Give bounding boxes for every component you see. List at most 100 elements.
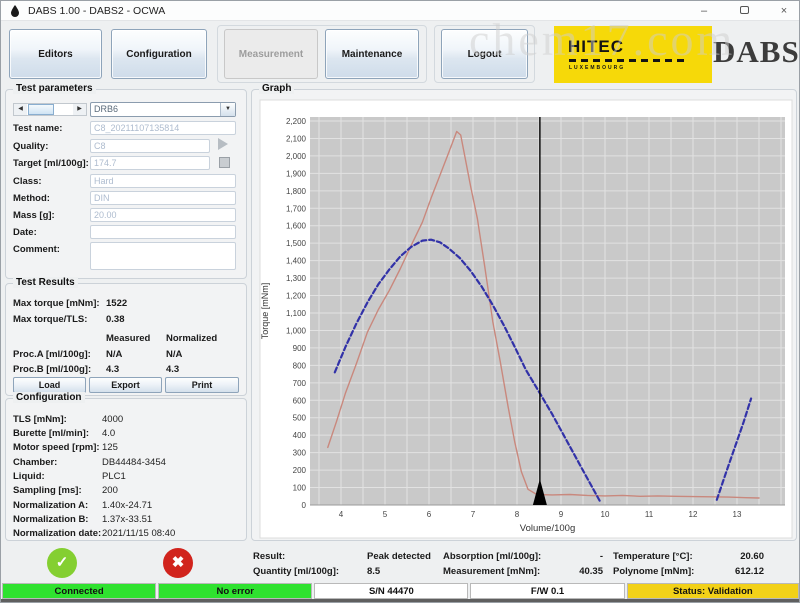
date-label: Date:	[13, 227, 37, 238]
quality-field[interactable]: C8	[90, 139, 210, 153]
mass-field[interactable]: 20.00	[90, 208, 236, 222]
window-bottom-edge	[1, 599, 800, 603]
temperature-label: Temperature [°C]:	[613, 551, 693, 562]
comment-field[interactable]	[90, 242, 236, 270]
svg-text:1,500: 1,500	[286, 239, 307, 248]
svg-text:4: 4	[339, 510, 344, 519]
svg-text:500: 500	[293, 414, 307, 423]
tls-value: 4000	[102, 414, 123, 425]
temperature-value: 20.60	[706, 551, 764, 562]
svg-text:Volume/100g: Volume/100g	[520, 523, 575, 534]
chamber-value: DB44484-3454	[102, 457, 166, 468]
chevron-down-icon[interactable]: ▼	[220, 103, 235, 116]
export-button[interactable]: Export	[89, 377, 162, 393]
normalization-date-label: Normalization date:	[13, 528, 101, 539]
title-bar: DABS 1.00 - DABS2 - OCWA – ×	[1, 1, 799, 21]
max-torque-tls-value: 0.38	[106, 314, 125, 325]
target-label: Target [ml/100g]:	[13, 158, 89, 169]
scrollbar-track[interactable]	[27, 104, 73, 115]
svg-text:900: 900	[293, 344, 307, 353]
normalized-column-header: Normalized	[166, 333, 217, 344]
maximize-button[interactable]	[737, 2, 751, 20]
svg-text:400: 400	[293, 431, 307, 440]
comment-label: Comment:	[13, 244, 60, 255]
polynome-value: 612.12	[706, 566, 764, 577]
close-button[interactable]: ×	[777, 2, 791, 20]
status-connected: Connected	[2, 583, 156, 599]
hitec-logo-bars	[569, 59, 685, 62]
svg-text:7: 7	[471, 510, 476, 519]
measurement-value: 40.35	[551, 566, 603, 577]
configuration-panel: Configuration TLS [mNm]: 4000 Burette [m…	[5, 398, 247, 541]
liquid-label: Liquid:	[13, 471, 45, 482]
class-field[interactable]: Hard	[90, 174, 236, 188]
polynome-label: Polynome [mNm]:	[613, 566, 694, 577]
confirm-button[interactable]: ✓	[47, 548, 77, 578]
test-results-panel: Test Results Max torque [mNm]: 1522 Max …	[5, 283, 247, 396]
normalization-date-value: 2021/11/15 08:40	[102, 528, 175, 539]
chamber-label: Chamber:	[13, 457, 57, 468]
method-field[interactable]: DIN	[90, 191, 236, 205]
normalization-b-value: 1.37x-33.51	[102, 514, 152, 525]
svg-text:1,600: 1,600	[286, 222, 307, 231]
absorption-value: -	[551, 551, 603, 562]
test-parameters-panel: Test parameters ◀ ▶ DRB6 ▼ Test name: C8…	[5, 89, 247, 279]
scroll-right-icon[interactable]: ▶	[73, 104, 86, 115]
target-field[interactable]: 174.7	[90, 156, 210, 170]
svg-text:9: 9	[559, 510, 564, 519]
svg-text:2,200: 2,200	[286, 117, 307, 126]
method-label: Method:	[13, 193, 50, 204]
configuration-title: Configuration	[13, 392, 85, 403]
test-name-field[interactable]: C8_20211107135814	[90, 121, 236, 135]
logout-button[interactable]: Logout	[441, 29, 528, 79]
svg-text:2,100: 2,100	[286, 134, 307, 143]
class-label: Class:	[13, 176, 42, 187]
load-button[interactable]: Load	[13, 377, 86, 393]
hitec-logo: HITEC LUXEMBOURG	[554, 26, 712, 83]
svg-text:1,700: 1,700	[286, 204, 307, 213]
minimize-button[interactable]: –	[697, 2, 711, 20]
svg-text:1,400: 1,400	[286, 257, 307, 266]
max-torque-value: 1522	[106, 298, 127, 309]
status-serial-number: S/N 44470	[314, 583, 468, 599]
droplet-icon	[11, 5, 19, 17]
play-icon[interactable]	[218, 138, 228, 150]
result-label: Result:	[253, 551, 285, 562]
svg-text:12: 12	[689, 510, 698, 519]
cancel-button[interactable]: ✖	[163, 548, 193, 578]
svg-text:1,900: 1,900	[286, 169, 307, 178]
date-field[interactable]	[90, 225, 236, 239]
proc-a-label: Proc.A [ml/100g]:	[13, 349, 91, 360]
proc-b-label: Proc.B [ml/100g]:	[13, 364, 91, 375]
maintenance-button[interactable]: Maintenance	[325, 29, 419, 79]
app-window: DABS 1.00 - DABS2 - OCWA – × chem17.com …	[0, 0, 800, 603]
svg-text:8: 8	[515, 510, 520, 519]
quality-selector[interactable]: DRB6 ▼	[90, 102, 236, 117]
test-results-title: Test Results	[13, 277, 78, 288]
result-summary: Result: Peak detected Absorption [ml/100…	[251, 551, 799, 581]
sampling-label: Sampling [ms]:	[13, 485, 82, 496]
svg-text:1,000: 1,000	[286, 326, 307, 335]
torque-volume-chart: 01002003004005006007008009001,0001,1001,…	[252, 90, 798, 542]
quality-label: Quality:	[13, 141, 48, 152]
svg-text:5: 5	[383, 510, 388, 519]
scrollbar-thumb[interactable]	[28, 104, 54, 115]
mass-label: Mass [g]:	[13, 210, 55, 221]
scroll-left-icon[interactable]: ◀	[14, 104, 27, 115]
record-scrollbar[interactable]: ◀ ▶	[13, 103, 87, 116]
editors-button[interactable]: Editors	[9, 29, 102, 79]
configuration-button[interactable]: Configuration	[111, 29, 207, 79]
maximize-icon	[740, 6, 749, 14]
svg-text:13: 13	[733, 510, 742, 519]
proc-a-measured: N/A	[106, 349, 122, 360]
stop-icon[interactable]	[219, 157, 230, 168]
normalization-a-value: 1.40x-24.71	[102, 500, 152, 511]
max-torque-tls-label: Max torque/TLS:	[13, 314, 87, 325]
svg-text:600: 600	[293, 396, 307, 405]
print-button[interactable]: Print	[165, 377, 239, 393]
quality-selector-value: DRB6	[91, 103, 220, 116]
svg-text:300: 300	[293, 449, 307, 458]
svg-text:10: 10	[601, 510, 610, 519]
test-parameters-title: Test parameters	[13, 83, 96, 94]
hitec-logo-subtext: LUXEMBOURG	[569, 65, 625, 71]
